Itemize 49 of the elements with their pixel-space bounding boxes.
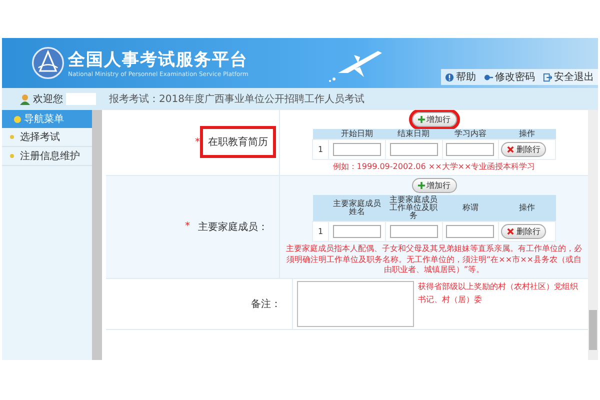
- key-icon: [484, 72, 493, 82]
- exam-title: 报考考试：2018年度广西事业单位公开招聘工作人员考试: [109, 92, 364, 106]
- bullet-icon: [10, 135, 14, 139]
- hint-text: 例如：1999.09-2002.06 ××大学××专业函授本科学习: [332, 162, 536, 173]
- column-header: 操作: [498, 194, 556, 222]
- site-title: 全国人事考试服务平台: [68, 49, 248, 71]
- scrollbar[interactable]: [92, 110, 102, 360]
- required-mark: *: [185, 221, 190, 232]
- delete-row-button[interactable]: 删除行: [501, 142, 546, 157]
- add-row-button[interactable]: 增加行: [412, 112, 456, 127]
- column-header: 主要家庭成员姓名: [328, 194, 386, 222]
- add-row-button[interactable]: 增加行: [412, 178, 456, 193]
- row-number: 1: [312, 221, 329, 242]
- row-number: 1: [312, 140, 329, 160]
- delete-row-button[interactable]: 删除行: [501, 224, 546, 239]
- logout-link[interactable]: 安全退出: [543, 70, 594, 84]
- help-icon: [445, 72, 454, 82]
- bullet-icon: [10, 154, 14, 158]
- input-field[interactable]: [333, 224, 382, 238]
- hint-text: 获得省部级以上奖励的村（农村社区）党组织书记、村（居）委: [418, 281, 580, 306]
- sidebar-header: 导航菜单: [2, 110, 92, 128]
- field-label: 备注：: [250, 298, 282, 312]
- remarks-field[interactable]: [297, 281, 414, 328]
- help-link[interactable]: 帮助: [445, 70, 476, 84]
- delete-icon: [507, 228, 514, 235]
- column-header: 主要家庭成员工作单位及职务: [385, 194, 442, 222]
- user-icon: [20, 94, 30, 104]
- input-field[interactable]: [446, 143, 494, 156]
- delete-icon: [507, 146, 514, 153]
- exit-icon: [543, 72, 552, 82]
- hint-text: 主要家庭成员指本人配偶、子女和父母及其兄弟姐妹等直系亲属。有工作单位的，必须明确注明工作单位及职务名称。无工作单位的，须注明“在××市××县务农（或自由职业者、城镇居民）”等。: [285, 244, 583, 276]
- bullet-icon: [14, 116, 21, 122]
- column-header: 称谓: [442, 194, 499, 222]
- field-label: 在职教育简历: [203, 129, 273, 156]
- input-field[interactable]: [390, 224, 438, 238]
- plus-icon: [418, 182, 424, 189]
- input-field[interactable]: [446, 224, 494, 238]
- required-mark: *: [195, 136, 200, 148]
- field-label: 主要家庭成员：: [197, 220, 269, 235]
- column-header: 学习内容: [442, 129, 499, 140]
- input-field[interactable]: [390, 143, 438, 156]
- input-field[interactable]: [333, 143, 382, 156]
- welcome-text: 欢迎您: [33, 92, 63, 106]
- change-password-link[interactable]: 修改密码: [484, 70, 535, 84]
- user-name-field: [66, 93, 96, 105]
- column-header: 结束日期: [385, 129, 442, 140]
- logo-icon: [32, 47, 64, 79]
- plus-icon: [418, 116, 424, 123]
- scrollbar[interactable]: [588, 110, 598, 360]
